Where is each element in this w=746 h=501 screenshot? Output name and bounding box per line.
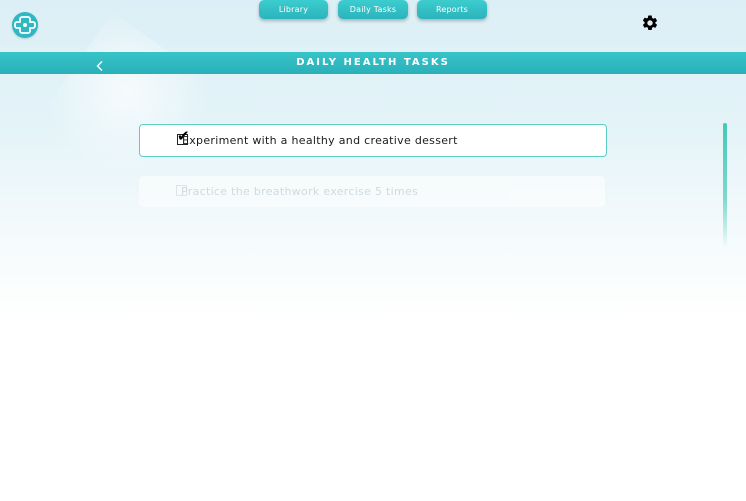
task-label: Experiment with a healthy and creative d… <box>182 134 458 147</box>
gear-icon[interactable] <box>641 14 659 32</box>
page-header: DAILY HEALTH TASKS <box>0 52 746 74</box>
scrollbar[interactable] <box>723 123 727 248</box>
task-item[interactable]: ✔ Experiment with a healthy and creative… <box>139 124 607 157</box>
nav-library-button[interactable]: Library <box>259 0 328 19</box>
nav-reports-button[interactable]: Reports <box>417 0 487 19</box>
medical-cross-logo-icon[interactable] <box>12 12 38 38</box>
chevron-left-icon[interactable] <box>94 57 106 71</box>
page-title: DAILY HEALTH TASKS <box>296 57 450 68</box>
task-label: Practice the breathwork exercise 5 times <box>181 185 419 198</box>
nav-daily-tasks-button[interactable]: Daily Tasks <box>338 0 408 19</box>
task-item[interactable]: Practice the breathwork exercise 5 times <box>139 176 605 207</box>
top-bar: Library Daily Tasks Reports <box>0 0 746 52</box>
